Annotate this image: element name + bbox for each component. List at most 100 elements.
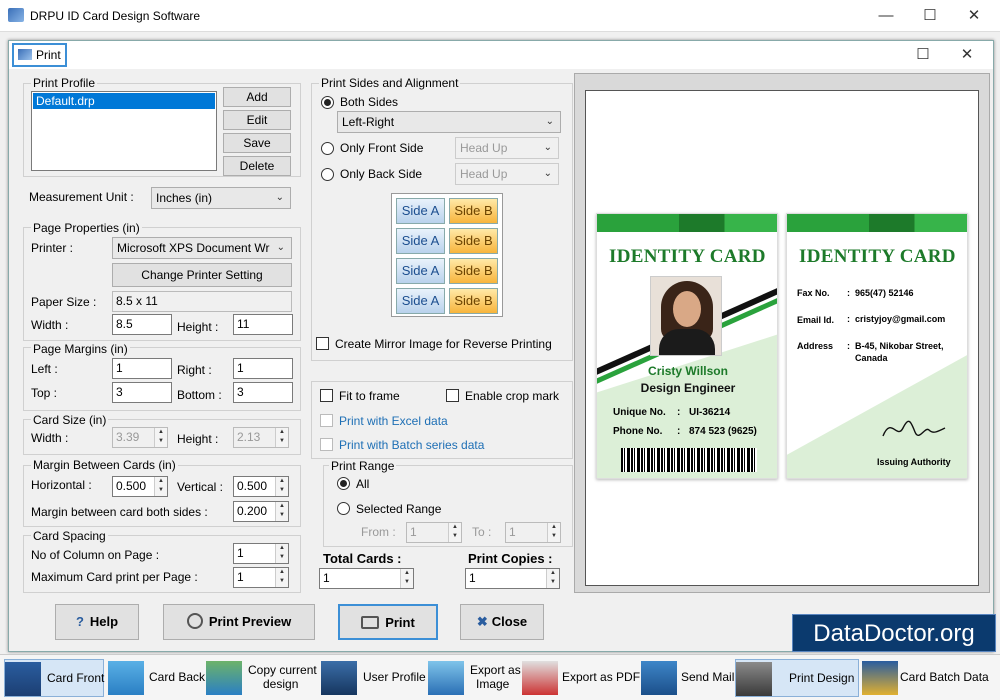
front-card-title: IDENTITY CARD (609, 246, 766, 267)
both-sides-label[interactable]: Both Sides (340, 95, 398, 109)
left-margin-field[interactable]: 1 (112, 358, 172, 379)
range-all-label[interactable]: All (356, 477, 369, 491)
close-app-button[interactable]: ✕ (952, 4, 996, 28)
delete-profile-button[interactable]: Delete (223, 156, 291, 176)
toolbar-send-mail[interactable]: Send Mail (641, 659, 734, 697)
spinner-icon[interactable]: ▲ ▼ (154, 477, 167, 496)
measurement-select[interactable]: Inches (in) ⌄ (151, 187, 291, 209)
minimize-button[interactable]: — (864, 4, 908, 28)
spinner-icon[interactable]: ▲ ▼ (275, 568, 288, 587)
back-side-radio[interactable] (321, 168, 334, 181)
card-width-field: 3.39 ▲ ▼ (112, 427, 168, 448)
address-line1: B-45, Nikobar Street, (855, 341, 944, 351)
save-profile-button[interactable]: Save (223, 133, 291, 153)
spinner-icon[interactable]: ▲ ▼ (275, 502, 288, 521)
spinner-icon[interactable]: ▲ ▼ (275, 477, 288, 496)
spinner-icon[interactable]: ▲ ▼ (275, 544, 288, 563)
front-card: IDENTITY CARD Cristy Willson Design Engi… (596, 213, 778, 479)
print-preview-button[interactable]: Print Preview (163, 604, 315, 640)
page-height-field[interactable]: 11 (233, 314, 293, 335)
toolbar-card-batch[interactable]: Card Batch Data (862, 659, 996, 697)
back-side-label[interactable]: Only Back Side (340, 167, 422, 181)
printer-icon (361, 616, 380, 629)
signature-icon (882, 420, 946, 437)
front-orientation-value: Head Up (460, 141, 508, 155)
mirror-label[interactable]: Create Mirror Image for Reverse Printing (335, 337, 552, 351)
print-tab[interactable]: Print (12, 43, 67, 67)
side-b-tile: Side B (449, 288, 498, 314)
profile-list-item[interactable]: Default.drp (33, 93, 215, 109)
crop-mark-label[interactable]: Enable crop mark (465, 389, 559, 403)
help-button[interactable]: ? Help (55, 604, 139, 640)
horizontal-spacing-field[interactable]: 0.500 ▲ ▼ (112, 476, 168, 497)
print-dialog: Print ☐ ✕ Print Profile Default.drp Add … (8, 40, 994, 652)
front-card-role: Design Engineer (640, 381, 736, 395)
app-logo-icon (8, 8, 24, 22)
from-field: 1 ▲ ▼ (406, 522, 462, 543)
toolbar-print-design[interactable]: Print Design (735, 659, 859, 697)
page-width-field[interactable]: 8.5 (112, 314, 172, 335)
batch-data-label: Print with Batch series data (339, 438, 485, 452)
fit-frame-checkbox[interactable] (320, 389, 333, 402)
toolbar-export-image[interactable]: Export as Image (428, 659, 521, 697)
close-icon: ✖ (476, 614, 488, 629)
unique-label: Unique No. (613, 407, 666, 418)
both-sides-margin-field[interactable]: 0.200 ▲ ▼ (233, 501, 289, 522)
card-width-label: Width : (31, 431, 69, 445)
toolbar-card-front[interactable]: Card Front (4, 659, 104, 697)
print-design-label: Print Design (789, 671, 855, 685)
alignment-value: Left-Right (342, 115, 395, 129)
top-label: Top : (31, 386, 58, 400)
toolbar-user-profile[interactable]: User Profile (321, 659, 426, 697)
right-margin-field[interactable]: 1 (233, 358, 293, 379)
toolbar-copy-design[interactable]: Copy current design (206, 659, 320, 697)
side-layout-preview: Side A Side B Side A Side B Side A Side … (391, 193, 503, 317)
front-side-label[interactable]: Only Front Side (340, 141, 423, 155)
change-printer-button[interactable]: Change Printer Setting (112, 263, 292, 287)
vertical-spacing-field[interactable]: 0.500 ▲ ▼ (233, 476, 289, 497)
top-margin-field[interactable]: 3 (112, 382, 172, 403)
export-image-icon (428, 661, 464, 695)
edit-profile-button[interactable]: Edit (223, 110, 291, 130)
card-size-heading: Card Size (in) (31, 413, 109, 427)
close-button[interactable]: ✖ Close (460, 604, 544, 640)
preview-page: IDENTITY CARD Cristy Willson Design Engi… (585, 90, 979, 586)
printer-label: Printer : (31, 241, 74, 255)
printer-icon (736, 662, 772, 696)
spinner-icon[interactable]: ▲ ▼ (400, 569, 413, 588)
dialog-maximize-button[interactable]: ☐ (901, 43, 945, 67)
range-selected-radio[interactable] (337, 502, 350, 515)
max-cards-field[interactable]: 1 ▲ ▼ (233, 567, 289, 588)
phone-colon: : (677, 426, 681, 437)
printer-value: Microsoft XPS Document Wr (117, 241, 270, 255)
total-cards-field[interactable]: 1 ▲ ▼ (319, 568, 414, 589)
spinner-icon: ▲ ▼ (547, 523, 560, 542)
crop-mark-checkbox[interactable] (446, 389, 459, 402)
toolbar-export-pdf[interactable]: Export as PDF (522, 659, 640, 697)
alignment-select[interactable]: Left-Right ⌄ (337, 111, 561, 133)
profile-list[interactable]: Default.drp (31, 91, 217, 171)
back-orientation-value: Head Up (460, 167, 508, 181)
spinner-icon: ▲ ▼ (448, 523, 461, 542)
print-button[interactable]: Print (338, 604, 438, 640)
page-properties-heading: Page Properties (in) (31, 221, 142, 235)
front-side-radio[interactable] (321, 142, 334, 155)
range-selected-label[interactable]: Selected Range (356, 502, 441, 516)
fit-frame-label[interactable]: Fit to frame (339, 389, 400, 403)
bottom-margin-field[interactable]: 3 (233, 382, 293, 403)
both-sides-radio[interactable] (321, 96, 334, 109)
add-profile-button[interactable]: Add (223, 87, 291, 107)
chevron-down-icon: ⌄ (543, 168, 552, 179)
user-profile-icon (321, 661, 357, 695)
print-copies-field[interactable]: 1 ▲ ▼ (465, 568, 560, 589)
spinner-icon[interactable]: ▲ ▼ (546, 569, 559, 588)
range-all-radio[interactable] (337, 477, 350, 490)
maximize-button[interactable]: ☐ (908, 4, 952, 28)
print-profile-heading: Print Profile (31, 76, 98, 90)
dialog-close-button[interactable]: ✕ (945, 43, 989, 67)
card-width-value: 3.39 (116, 430, 140, 444)
toolbar-card-back[interactable]: Card Back (108, 659, 205, 697)
mirror-checkbox[interactable] (316, 337, 329, 350)
columns-field[interactable]: 1 ▲ ▼ (233, 543, 289, 564)
printer-select[interactable]: Microsoft XPS Document Wr ⌄ (112, 237, 292, 259)
